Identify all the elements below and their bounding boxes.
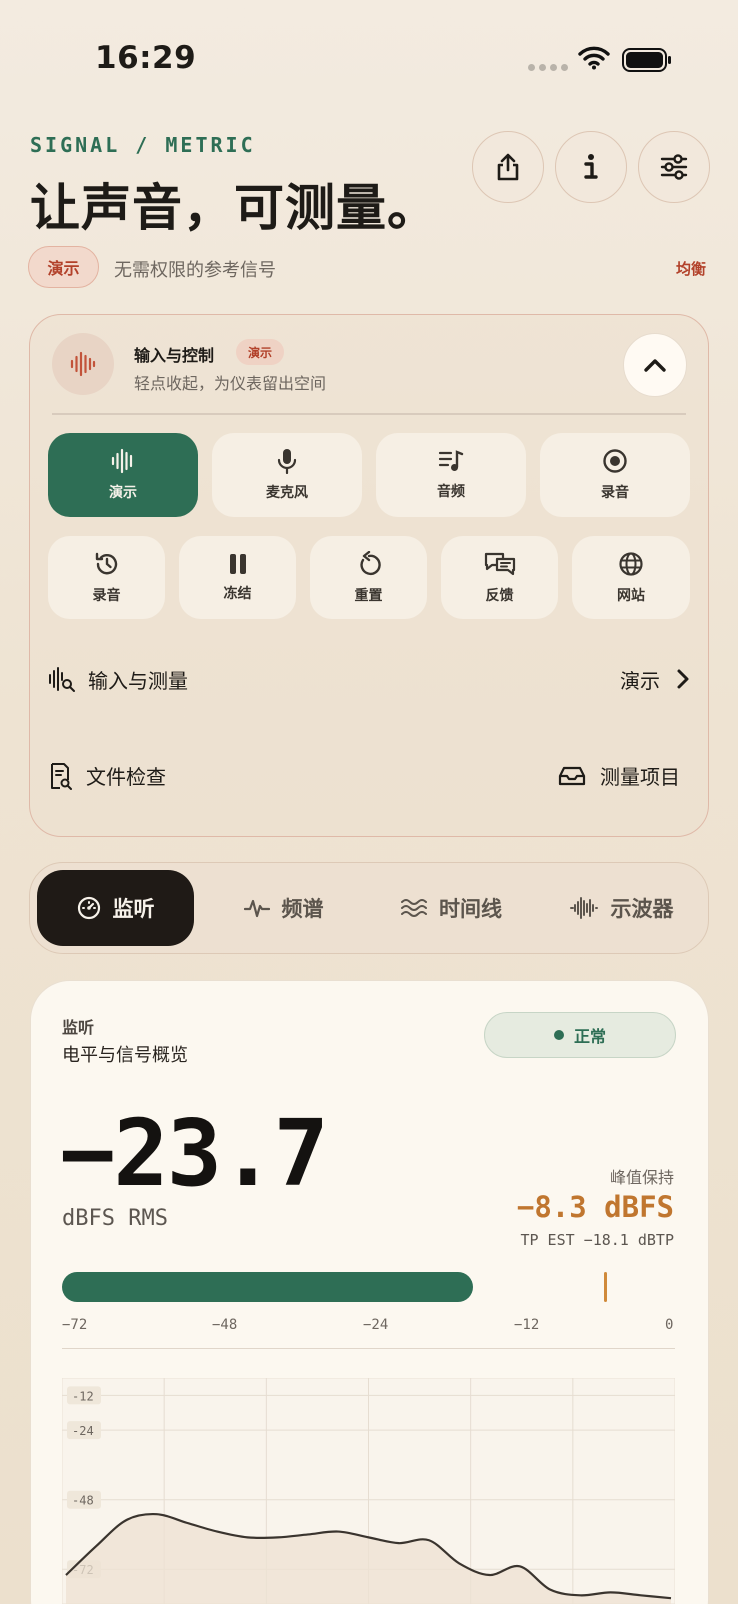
rms-unit: dBFS RMS (62, 1206, 168, 1231)
peak-hold-value: −8.3 dBFS (516, 1190, 674, 1224)
meter-tick-label: −48 (212, 1317, 238, 1333)
file-check-button[interactable]: 文件检查 (48, 761, 166, 790)
tab-monitor[interactable]: 监听 (37, 870, 194, 946)
waveform-icon (111, 448, 133, 474)
meter-divider (62, 1348, 675, 1349)
oscilloscope-icon (569, 897, 598, 919)
source-record-tile[interactable]: 录音 (540, 433, 690, 517)
battery-icon (622, 48, 672, 76)
y-tick-label: -48 (72, 1494, 94, 1508)
peak-marker (604, 1272, 608, 1302)
measure-items-button[interactable]: 测量项目 (558, 761, 680, 790)
level-history-chart: -12-24-48-72 (62, 1378, 675, 1604)
gauge-icon (77, 896, 100, 920)
pause-icon (229, 553, 246, 574)
info-icon (584, 154, 598, 179)
demo-mode-pill[interactable]: 演示 (28, 246, 99, 288)
record-icon (603, 449, 627, 473)
info-button[interactable] (555, 131, 627, 203)
header-subtitle: 无需权限的参考信号 (114, 260, 276, 281)
monitor-title: 电平与信号概览 (62, 1045, 188, 1066)
freeze-tile[interactable]: 冻结 (179, 536, 296, 619)
app-kicker: SIGNAL / METRIC (30, 133, 256, 157)
control-title: 输入与控制 (134, 346, 215, 365)
chevron-right-icon (677, 669, 689, 689)
signal-dots-icon (528, 64, 568, 71)
doc-search-icon (51, 762, 72, 790)
source-mic-tile[interactable]: 麦克风 (212, 433, 362, 517)
tray-icon (558, 766, 586, 785)
meter-tick-label: −12 (514, 1317, 540, 1333)
waveform-search-icon (49, 667, 75, 692)
tab-oscilloscope[interactable]: 示波器 (541, 870, 701, 946)
chevron-up-icon (644, 359, 666, 372)
control-divider (52, 413, 686, 415)
meter-tick-label: −72 (62, 1317, 88, 1333)
status-dot (553, 1030, 564, 1040)
reset-icon (359, 550, 381, 575)
control-demo-tag: 演示 (236, 339, 284, 365)
feedback-tile[interactable]: 反馈 (441, 536, 558, 619)
mic-icon (277, 449, 297, 474)
measure-items-label: 测量项目 (600, 765, 680, 789)
status-time: 16:29 (95, 40, 197, 76)
waves-icon (401, 899, 427, 917)
share-button[interactable] (472, 131, 544, 203)
true-peak-estimate: TP EST −18.1 dBTP (520, 1231, 674, 1249)
input-measure-row[interactable]: 输入与测量 演示 (48, 663, 690, 695)
meter-tick-label: 0 (665, 1317, 674, 1333)
control-subtitle: 轻点收起，为仪表留出空间 (134, 374, 327, 393)
music-list-icon (438, 450, 464, 471)
file-check-label: 文件检查 (86, 765, 166, 789)
balance-tag: 均衡 (676, 260, 707, 278)
rms-value: −23.7 (60, 1100, 329, 1207)
sliders-icon (660, 154, 688, 180)
collapse-button[interactable] (623, 333, 687, 397)
input-measure-label: 输入与测量 (88, 668, 188, 693)
recordings-history-tile[interactable]: 录音 (48, 536, 165, 619)
settings-button[interactable] (638, 131, 710, 203)
y-tick-label: -24 (72, 1424, 94, 1438)
source-audio-tile[interactable]: 音频 (376, 433, 526, 517)
globe-icon (619, 551, 643, 576)
reset-tile[interactable]: 重置 (310, 536, 427, 619)
page-title: 让声音，可测量。 (30, 179, 438, 237)
y-tick-label: -12 (72, 1389, 94, 1403)
monitor-section-label: 监听 (62, 1018, 95, 1037)
history-icon (95, 552, 117, 574)
tab-timeline[interactable]: 时间线 (373, 870, 530, 946)
website-tile[interactable]: 网站 (572, 536, 690, 619)
peak-hold-label: 峰值保持 (609, 1168, 674, 1187)
feedback-icon (484, 552, 515, 575)
input-measure-value: 演示 (620, 668, 660, 693)
status-badge: 正常 (484, 1012, 676, 1058)
level-meter-fill (62, 1272, 474, 1302)
waveform-icon (70, 351, 96, 377)
source-demo-tile[interactable]: 演示 (48, 433, 198, 517)
meter-tick-label: −24 (363, 1317, 389, 1333)
pulse-icon (243, 899, 270, 918)
wifi-icon (578, 46, 610, 74)
tab-spectrum[interactable]: 频谱 (205, 870, 362, 946)
share-icon (497, 153, 519, 181)
waveform-badge (52, 333, 114, 395)
